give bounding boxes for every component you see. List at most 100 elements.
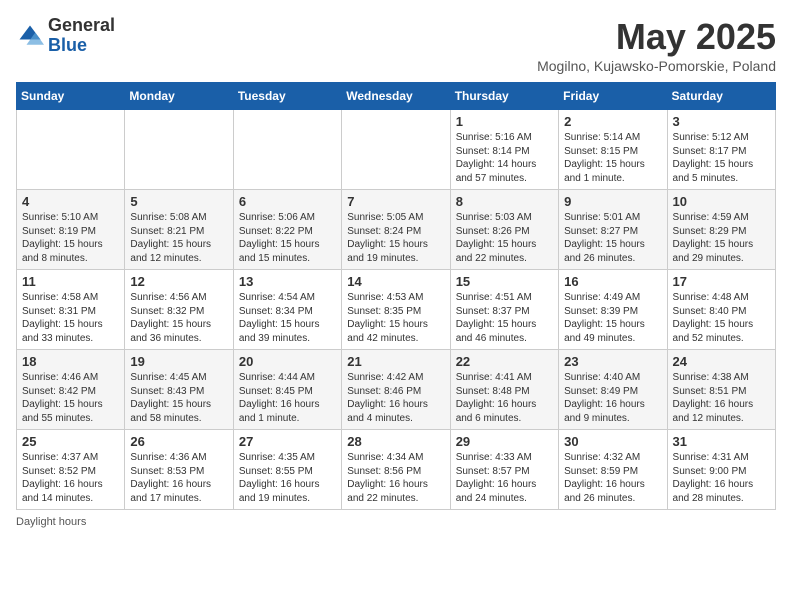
day-number: 1 (456, 114, 553, 129)
day-info: Sunrise: 4:34 AM Sunset: 8:56 PM Dayligh… (347, 451, 444, 505)
day-number: 31 (673, 434, 770, 449)
calendar-header-row: SundayMondayTuesdayWednesdayThursdayFrid… (17, 83, 776, 110)
day-number: 28 (347, 434, 444, 449)
day-info: Sunrise: 5:14 AM Sunset: 8:15 PM Dayligh… (564, 131, 661, 185)
day-info: Sunrise: 4:59 AM Sunset: 8:29 PM Dayligh… (673, 211, 770, 265)
calendar-cell: 30 Sunrise: 4:32 AM Sunset: 8:59 PM Dayli… (559, 430, 667, 510)
calendar-cell: 19 Sunrise: 4:45 AM Sunset: 8:43 PM Dayli… (125, 350, 233, 430)
calendar-cell (233, 110, 341, 190)
day-number: 30 (564, 434, 661, 449)
day-number: 11 (22, 274, 119, 289)
calendar-cell: 13Sunrise: 4:54 AM Sunset: 8:34 PM Dayli… (233, 270, 341, 350)
day-of-week-header: Saturday (667, 83, 775, 110)
calendar-cell: 23 Sunrise: 4:40 AM Sunset: 8:49 PM Dayli… (559, 350, 667, 430)
day-info: Sunrise: 5:08 AM Sunset: 8:21 PM Dayligh… (130, 211, 227, 265)
day-number: 23 (564, 354, 661, 369)
calendar-cell: 24 Sunrise: 4:38 AM Sunset: 8:51 PM Dayli… (667, 350, 775, 430)
calendar-cell: 7Sunrise: 5:05 AM Sunset: 8:24 PM Daylig… (342, 190, 450, 270)
footer-note: Daylight hours (16, 516, 776, 528)
day-info: Sunrise: 4:58 AM Sunset: 8:31 PM Dayligh… (22, 291, 119, 345)
day-info: Sunrise: 4:37 AM Sunset: 8:52 PM Dayligh… (22, 451, 119, 505)
calendar-cell: 16Sunrise: 4:49 AM Sunset: 8:39 PM Dayli… (559, 270, 667, 350)
day-info: Sunrise: 5:10 AM Sunset: 8:19 PM Dayligh… (22, 211, 119, 265)
day-number: 25 (22, 434, 119, 449)
daylight-hours-label: Daylight hours (16, 516, 86, 528)
day-number: 9 (564, 194, 661, 209)
day-info: Sunrise: 4:38 AM Sunset: 8:51 PM Dayligh… (673, 371, 770, 425)
calendar-table: SundayMondayTuesdayWednesdayThursdayFrid… (16, 82, 776, 510)
calendar-cell (17, 110, 125, 190)
day-info: Sunrise: 4:53 AM Sunset: 8:35 PM Dayligh… (347, 291, 444, 345)
calendar-cell: 29 Sunrise: 4:33 AM Sunset: 8:57 PM Dayli… (450, 430, 558, 510)
day-info: Sunrise: 4:44 AM Sunset: 8:45 PM Dayligh… (239, 371, 336, 425)
day-info: Sunrise: 4:41 AM Sunset: 8:48 PM Dayligh… (456, 371, 553, 425)
calendar-cell: 14 Sunrise: 4:53 AM Sunset: 8:35 PM Dayli… (342, 270, 450, 350)
day-info: Sunrise: 4:31 AM Sunset: 9:00 PM Dayligh… (673, 451, 770, 505)
day-number: 20 (239, 354, 336, 369)
day-of-week-header: Tuesday (233, 83, 341, 110)
day-number: 26 (130, 434, 227, 449)
logo: General Blue (16, 16, 115, 56)
day-number: 21 (347, 354, 444, 369)
day-number: 17 (673, 274, 770, 289)
calendar-cell (125, 110, 233, 190)
calendar-cell: 22Sunrise: 4:41 AM Sunset: 8:48 PM Dayli… (450, 350, 558, 430)
calendar-cell: 9 Sunrise: 5:01 AM Sunset: 8:27 PM Daylig… (559, 190, 667, 270)
day-of-week-header: Monday (125, 83, 233, 110)
day-number: 19 (130, 354, 227, 369)
calendar-cell: 21 Sunrise: 4:42 AM Sunset: 8:46 PM Dayli… (342, 350, 450, 430)
day-info: Sunrise: 4:56 AM Sunset: 8:32 PM Dayligh… (130, 291, 227, 345)
calendar-cell: 11 Sunrise: 4:58 AM Sunset: 8:31 PM Dayli… (17, 270, 125, 350)
day-number: 24 (673, 354, 770, 369)
day-number: 4 (22, 194, 119, 209)
day-number: 8 (456, 194, 553, 209)
day-info: Sunrise: 5:03 AM Sunset: 8:26 PM Dayligh… (456, 211, 553, 265)
logo-text: General Blue (48, 16, 115, 56)
day-number: 29 (456, 434, 553, 449)
day-info: Sunrise: 4:32 AM Sunset: 8:59 PM Dayligh… (564, 451, 661, 505)
day-number: 14 (347, 274, 444, 289)
day-info: Sunrise: 5:01 AM Sunset: 8:27 PM Dayligh… (564, 211, 661, 265)
day-info: Sunrise: 5:16 AM Sunset: 8:14 PM Dayligh… (456, 131, 553, 185)
calendar-cell: 10 Sunrise: 4:59 AM Sunset: 8:29 PM Dayli… (667, 190, 775, 270)
calendar-cell: 20 Sunrise: 4:44 AM Sunset: 8:45 PM Dayli… (233, 350, 341, 430)
calendar-cell: 12 Sunrise: 4:56 AM Sunset: 8:32 PM Dayli… (125, 270, 233, 350)
day-info: Sunrise: 4:51 AM Sunset: 8:37 PM Dayligh… (456, 291, 553, 345)
calendar-subtitle: Mogilno, Kujawsko-Pomorskie, Poland (537, 58, 776, 74)
day-number: 12 (130, 274, 227, 289)
day-info: Sunrise: 4:49 AM Sunset: 8:39 PM Dayligh… (564, 291, 661, 345)
calendar-cell: 4 Sunrise: 5:10 AM Sunset: 8:19 PM Daylig… (17, 190, 125, 270)
day-number: 3 (673, 114, 770, 129)
calendar-week-row: 4 Sunrise: 5:10 AM Sunset: 8:19 PM Daylig… (17, 190, 776, 270)
calendar-cell: 6Sunrise: 5:06 AM Sunset: 8:22 PM Daylig… (233, 190, 341, 270)
day-number: 2 (564, 114, 661, 129)
day-of-week-header: Wednesday (342, 83, 450, 110)
calendar-cell: 31 Sunrise: 4:31 AM Sunset: 9:00 PM Dayli… (667, 430, 775, 510)
calendar-cell: 15Sunrise: 4:51 AM Sunset: 8:37 PM Dayli… (450, 270, 558, 350)
calendar-cell: 17 Sunrise: 4:48 AM Sunset: 8:40 PM Dayli… (667, 270, 775, 350)
day-number: 18 (22, 354, 119, 369)
day-number: 7 (347, 194, 444, 209)
day-info: Sunrise: 4:48 AM Sunset: 8:40 PM Dayligh… (673, 291, 770, 345)
calendar-cell: 3 Sunrise: 5:12 AM Sunset: 8:17 PM Daylig… (667, 110, 775, 190)
day-info: Sunrise: 4:45 AM Sunset: 8:43 PM Dayligh… (130, 371, 227, 425)
calendar-cell: 26 Sunrise: 4:36 AM Sunset: 8:53 PM Dayli… (125, 430, 233, 510)
day-info: Sunrise: 4:35 AM Sunset: 8:55 PM Dayligh… (239, 451, 336, 505)
day-of-week-header: Sunday (17, 83, 125, 110)
day-info: Sunrise: 4:33 AM Sunset: 8:57 PM Dayligh… (456, 451, 553, 505)
day-info: Sunrise: 4:42 AM Sunset: 8:46 PM Dayligh… (347, 371, 444, 425)
day-number: 10 (673, 194, 770, 209)
calendar-week-row: 11 Sunrise: 4:58 AM Sunset: 8:31 PM Dayli… (17, 270, 776, 350)
day-info: Sunrise: 4:36 AM Sunset: 8:53 PM Dayligh… (130, 451, 227, 505)
day-number: 27 (239, 434, 336, 449)
day-info: Sunrise: 4:40 AM Sunset: 8:49 PM Dayligh… (564, 371, 661, 425)
calendar-cell: 8 Sunrise: 5:03 AM Sunset: 8:26 PM Daylig… (450, 190, 558, 270)
calendar-week-row: 18 Sunrise: 4:46 AM Sunset: 8:42 PM Dayli… (17, 350, 776, 430)
day-info: Sunrise: 4:46 AM Sunset: 8:42 PM Dayligh… (22, 371, 119, 425)
day-info: Sunrise: 5:06 AM Sunset: 8:22 PM Dayligh… (239, 211, 336, 265)
logo-icon (16, 22, 44, 50)
calendar-cell: 25 Sunrise: 4:37 AM Sunset: 8:52 PM Dayli… (17, 430, 125, 510)
calendar-cell: 27 Sunrise: 4:35 AM Sunset: 8:55 PM Dayli… (233, 430, 341, 510)
logo-blue: Blue (48, 36, 115, 56)
day-info: Sunrise: 5:12 AM Sunset: 8:17 PM Dayligh… (673, 131, 770, 185)
